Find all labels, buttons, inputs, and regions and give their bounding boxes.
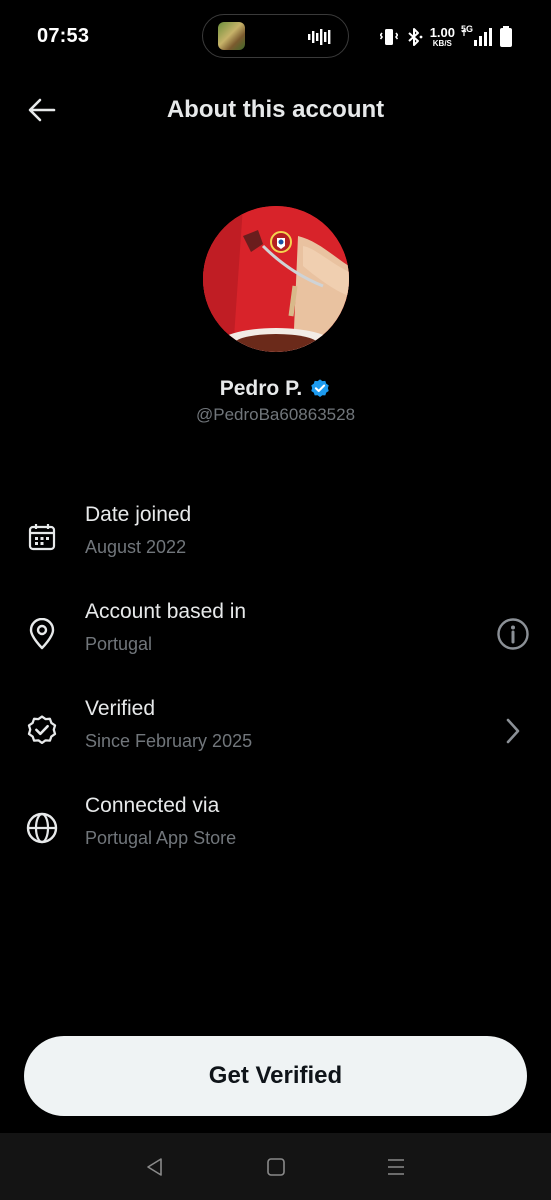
network-speed: 1.00 KB/S [429, 25, 455, 48]
status-bar: 07:53 1.00 KB/S 5G [0, 0, 551, 72]
info-value: August 2022 [85, 537, 187, 557]
info-label: Verified [85, 697, 156, 720]
info-icon [497, 618, 529, 650]
verified-badge-icon [311, 379, 329, 397]
info-label: Connected via [85, 794, 220, 817]
location-pin-icon [24, 616, 60, 652]
profile-handle: @PedroBa60863528 [195, 405, 356, 424]
header: About this account [0, 82, 551, 138]
cellular-signal: 5G [461, 24, 493, 48]
get-verified-button[interactable]: Get Verified [24, 1036, 527, 1116]
media-thumbnail [218, 22, 245, 50]
about-account-screen: 07:53 1.00 KB/S 5G About this account Pe… [0, 0, 551, 1200]
status-icons: 1.00 KB/S 5G [379, 24, 513, 49]
calendar-icon [24, 519, 60, 555]
info-label: Account based in [85, 600, 247, 623]
connected-via-row: Connected via Portugal App Store [0, 794, 551, 874]
square-home-icon [267, 1158, 285, 1176]
account-based-in-row: Account based in Portugal [0, 600, 551, 680]
nav-back-button[interactable] [140, 1153, 170, 1181]
avatar[interactable] [203, 206, 349, 352]
info-value: Portugal [85, 634, 153, 654]
profile-name-row: Pedro P. [0, 377, 551, 401]
date-joined-row: Date joined August 2022 [0, 503, 551, 583]
vibrate-icon [379, 29, 398, 45]
account-location-info-button[interactable] [493, 614, 533, 654]
info-label: Date joined [85, 503, 192, 526]
verified-row[interactable]: Verified Since February 2025 [0, 697, 551, 777]
menu-recents-icon [388, 1159, 404, 1175]
verified-badge-outline-icon [24, 713, 60, 749]
info-value: Portugal App Store [85, 828, 237, 848]
status-time: 07:53 [37, 25, 90, 47]
triangle-back-icon [147, 1158, 162, 1176]
info-value: Since February 2025 [85, 731, 253, 751]
globe-icon [24, 810, 60, 846]
dynamic-island[interactable] [202, 14, 349, 58]
avatar-photo [203, 206, 349, 352]
audio-wave-icon [308, 29, 331, 45]
nav-recents-button[interactable] [381, 1153, 411, 1181]
nav-home-button[interactable] [261, 1153, 291, 1181]
battery-icon [500, 26, 512, 47]
system-nav-bar [0, 1133, 551, 1200]
signal-bars-icon [461, 28, 492, 46]
chevron-right-icon [506, 718, 520, 744]
page-title: About this account [166, 96, 385, 123]
verified-details-button[interactable] [493, 711, 533, 751]
profile-name: Pedro P. [219, 377, 303, 400]
bluetooth-icon [408, 28, 423, 46]
